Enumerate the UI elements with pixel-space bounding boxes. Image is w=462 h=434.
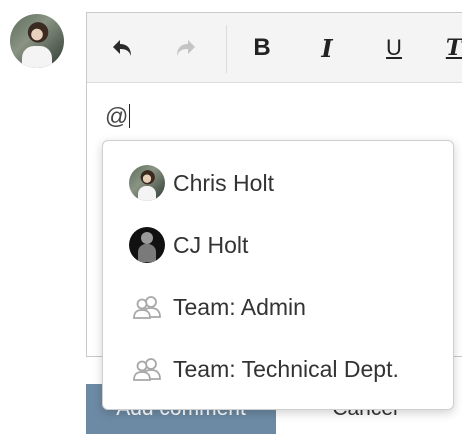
team-icon <box>129 351 165 387</box>
toolbar-divider <box>226 25 227 73</box>
bold-button[interactable]: B <box>247 33 277 63</box>
mention-item-cj-holt[interactable]: CJ Holt <box>103 217 453 273</box>
editor-text: @ <box>105 103 129 129</box>
redo-icon[interactable] <box>171 33 201 63</box>
mention-item-label: Team: Admin <box>173 293 306 320</box>
mention-item-label: CJ Holt <box>173 231 249 258</box>
user-avatar-icon <box>129 165 165 201</box>
undo-arrow-icon <box>113 40 131 56</box>
undo-icon[interactable] <box>107 33 137 63</box>
editor-toolbar: B I U T <box>87 13 462 83</box>
mention-item-label: Chris Holt <box>173 169 274 196</box>
text-caret <box>129 104 131 128</box>
mention-item-label: Team: Technical Dept. <box>173 355 399 382</box>
redo-arrow-icon <box>177 40 195 56</box>
mention-item-chris-holt[interactable]: Chris Holt <box>103 155 453 211</box>
avatar-shirt <box>22 46 52 68</box>
mention-item-team-technical[interactable]: Team: Technical Dept. <box>103 341 453 397</box>
italic-button[interactable]: I <box>312 33 342 63</box>
text-format-button[interactable]: T <box>439 33 462 63</box>
user-avatar-icon <box>129 227 165 263</box>
editor-text-area[interactable]: @ <box>105 103 131 130</box>
team-icon <box>129 289 165 325</box>
current-user-avatar <box>10 14 64 68</box>
mention-item-team-admin[interactable]: Team: Admin <box>103 279 453 335</box>
mention-suggestions-dropdown: Chris Holt CJ Holt Team: Admin Team: Tec… <box>102 140 454 410</box>
underline-button[interactable]: U <box>379 33 409 63</box>
